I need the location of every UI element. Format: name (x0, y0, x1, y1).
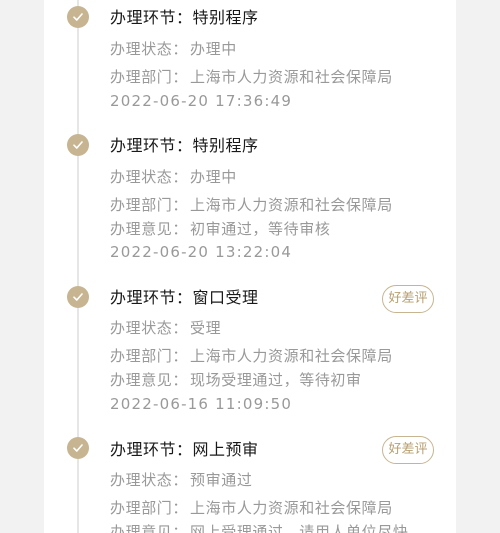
opinion-value: 网上受理通过，请用人单位尽快 (190, 523, 409, 533)
step-title: 办理环节：网上预审 (110, 439, 259, 461)
step-department: 办理部门： 上海市人力资源和社会保障局 (110, 345, 393, 367)
step-name: 窗口受理 (192, 288, 259, 307)
status-value: 预审通过 (190, 471, 253, 489)
step-status: 办理状态： 办理中 (110, 38, 237, 60)
step-status: 办理状态： 预审通过 (110, 469, 252, 491)
opinion-value: 现场受理通过，等待初审 (190, 371, 362, 389)
check-circle-icon (67, 134, 89, 156)
opinion-label: 办理意见： (110, 220, 189, 238)
step-label: 办理环节： (110, 440, 193, 459)
check-circle-icon (67, 437, 89, 459)
step-timestamp: 2022-06-16 11:09:50 (110, 395, 293, 413)
status-value: 受理 (190, 319, 222, 337)
step-label: 办理环节： (110, 288, 193, 307)
opinion-value: 初审通过，等待审核 (190, 220, 331, 238)
step-opinion: 办理意见： 初审通过，等待审核 (110, 218, 330, 240)
opinion-label: 办理意见： (110, 371, 189, 389)
rating-button[interactable]: 好差评 (382, 436, 434, 464)
status-label: 办理状态： (110, 471, 189, 489)
step-department: 办理部门： 上海市人力资源和社会保障局 (110, 194, 393, 216)
check-circle-icon (67, 6, 89, 28)
step-timestamp: 2022-06-20 13:22:04 (110, 243, 293, 261)
step-status: 办理状态： 办理中 (110, 166, 237, 188)
step-name: 网上预审 (192, 440, 259, 459)
department-value: 上海市人力资源和社会保障局 (190, 499, 393, 517)
step-department: 办理部门： 上海市人力资源和社会保障局 (110, 497, 393, 519)
step-department: 办理部门： 上海市人力资源和社会保障局 (110, 66, 393, 88)
department-label: 办理部门： (110, 196, 189, 214)
department-value: 上海市人力资源和社会保障局 (190, 196, 393, 214)
status-label: 办理状态： (110, 168, 189, 186)
department-label: 办理部门： (110, 347, 189, 365)
step-title: 办理环节：特别程序 (110, 135, 259, 157)
step-label: 办理环节： (110, 8, 193, 27)
status-label: 办理状态： (110, 40, 189, 58)
step-name: 特别程序 (192, 8, 259, 27)
status-value: 办理中 (190, 40, 237, 58)
status-value: 办理中 (190, 168, 237, 186)
step-opinion: 办理意见： 网上受理通过，请用人单位尽快 (110, 521, 408, 533)
step-status: 办理状态： 受理 (110, 317, 221, 339)
step-opinion: 办理意见： 现场受理通过，等待初审 (110, 369, 362, 391)
check-circle-icon (67, 286, 89, 308)
progress-card: 办理环节：特别程序 办理状态： 办理中 办理部门： 上海市人力资源和社会保障局 20… (44, 0, 456, 533)
status-label: 办理状态： (110, 319, 189, 337)
step-title: 办理环节：特别程序 (110, 7, 259, 29)
step-title: 办理环节：窗口受理 (110, 287, 259, 309)
step-label: 办理环节： (110, 136, 193, 155)
rating-button[interactable]: 好差评 (382, 285, 434, 313)
step-timestamp: 2022-06-20 17:36:49 (110, 92, 293, 110)
department-value: 上海市人力资源和社会保障局 (190, 347, 393, 365)
department-label: 办理部门： (110, 68, 189, 86)
step-name: 特别程序 (192, 136, 259, 155)
department-label: 办理部门： (110, 499, 189, 517)
opinion-label: 办理意见： (110, 523, 189, 533)
department-value: 上海市人力资源和社会保障局 (190, 68, 393, 86)
